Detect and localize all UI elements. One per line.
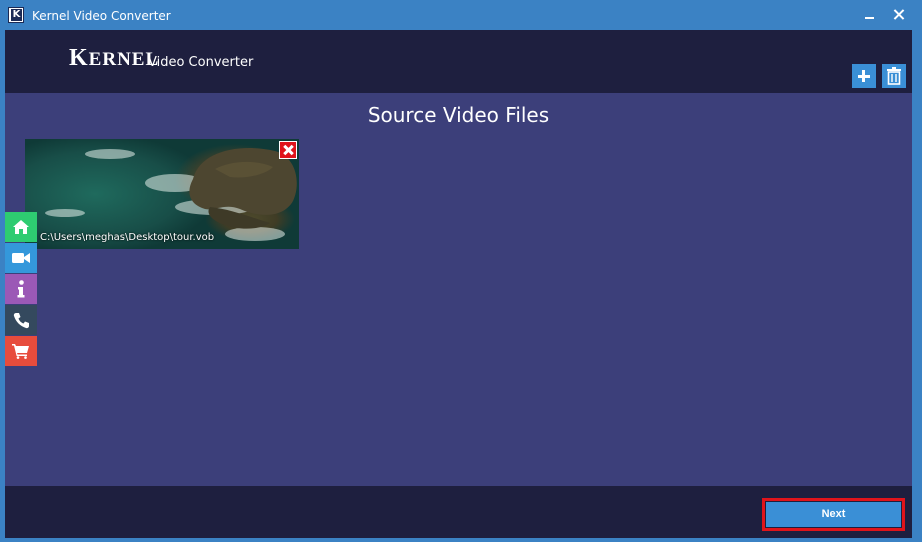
side-nav [5,212,37,367]
info-icon [17,280,25,298]
home-icon [13,220,29,234]
kernel-logo: KERNEL [69,45,160,71]
remove-video-button[interactable] [279,141,297,159]
side-nav-cart[interactable] [5,336,37,366]
minimize-icon[interactable] [863,8,877,22]
side-nav-home[interactable] [5,212,37,242]
close-window-icon[interactable] [892,8,906,22]
next-button-label: Next [766,502,901,527]
delete-files-button[interactable] [882,64,906,88]
window-title: Kernel Video Converter [32,9,171,23]
video-thumbnail-card[interactable]: C:\Users\meghas\Desktop\tour.vob [25,139,299,249]
title-bar: K Kernel Video Converter [0,0,922,30]
add-file-button[interactable] [852,64,876,88]
main-panel: Source Video Files C:\Users\meghas\Deskt… [5,93,912,486]
video-file-path: C:\Users\meghas\Desktop\tour.vob [40,232,215,243]
next-button[interactable]: Next [762,498,905,531]
logo-subtitle: Video Converter [148,55,254,70]
app-logo-icon: K [8,7,24,23]
phone-icon [13,312,29,328]
side-nav-video[interactable] [5,243,37,273]
side-nav-info[interactable] [5,274,37,304]
trash-icon [887,67,901,85]
cart-icon [12,344,29,359]
side-nav-phone[interactable] [5,305,37,335]
footer-bar: Next [5,486,912,538]
video-camera-icon [12,253,30,263]
app-header: KERNEL Video Converter [5,30,912,93]
section-title: Source Video Files [367,103,550,127]
